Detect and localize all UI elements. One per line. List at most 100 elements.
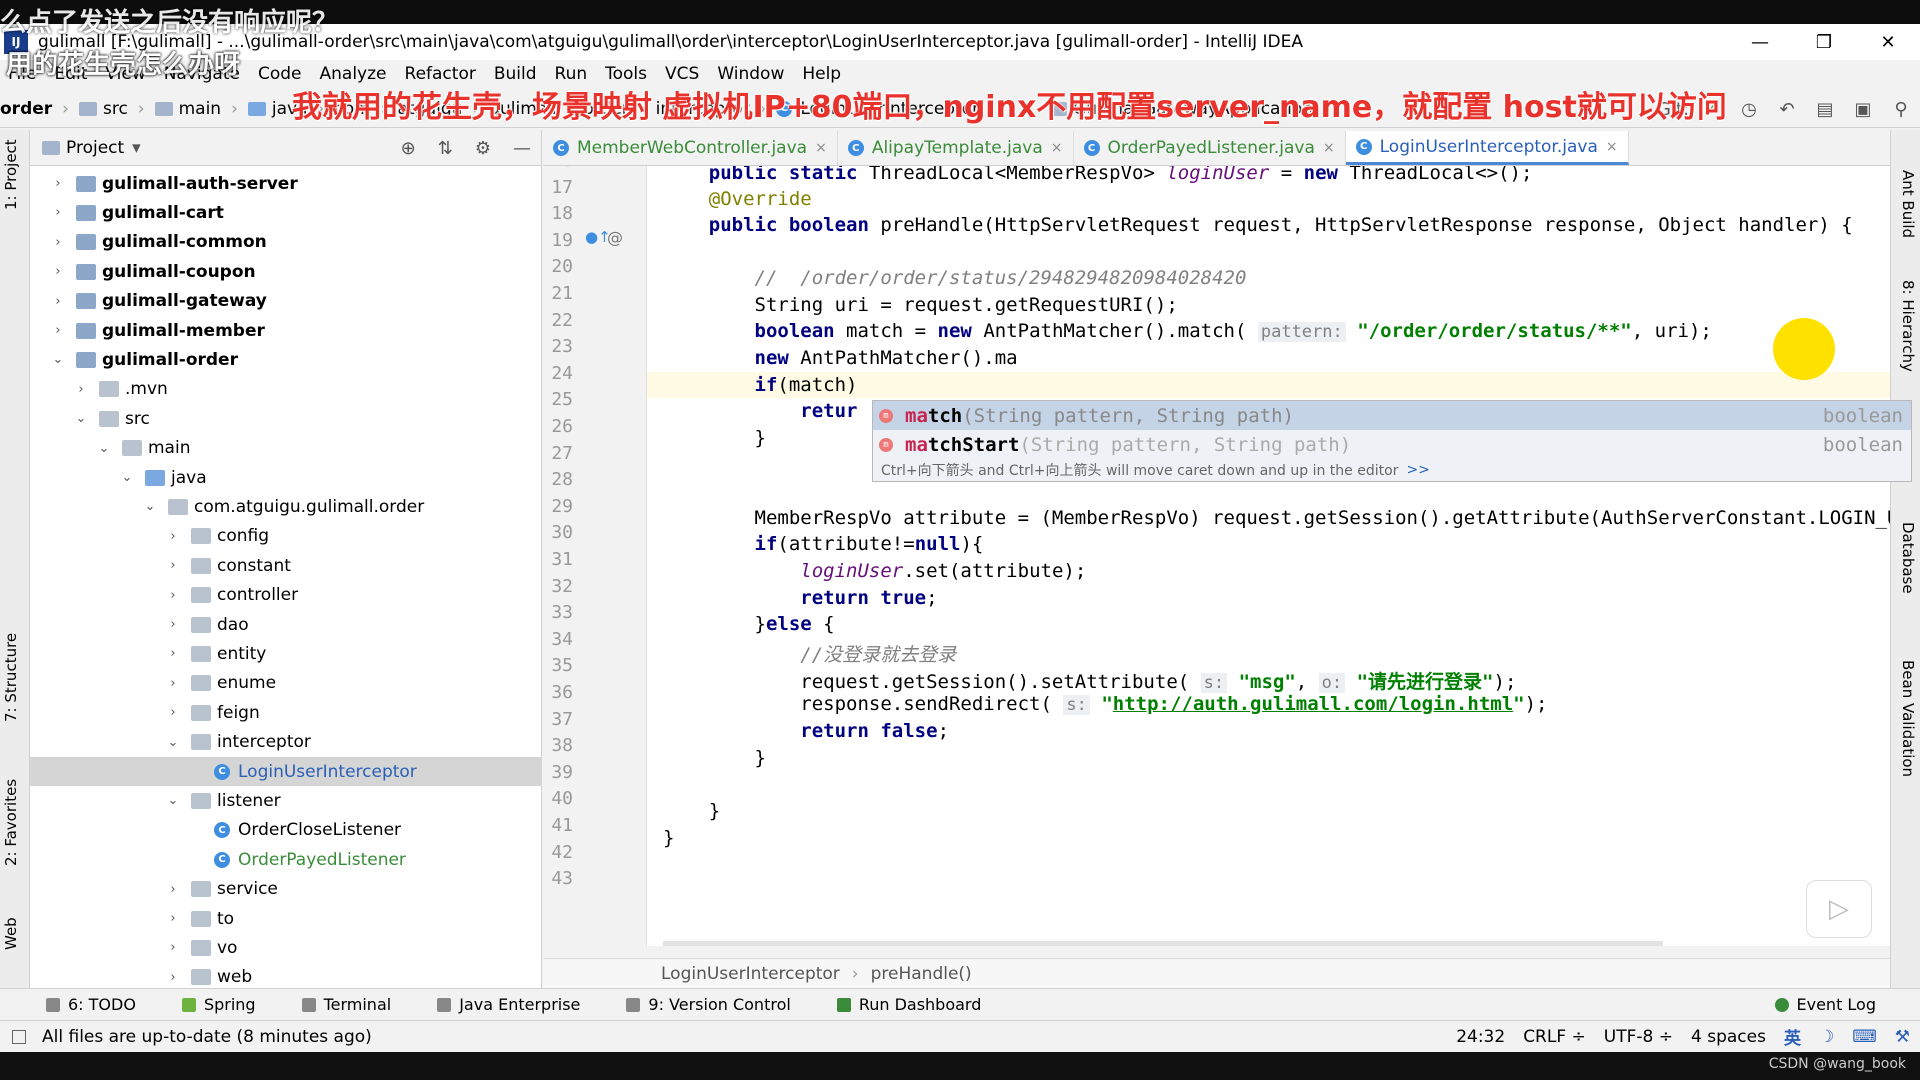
menu-vcs[interactable]: VCS	[665, 64, 699, 84]
chevron-right-icon[interactable]: ›	[50, 235, 66, 250]
chevron-right-icon[interactable]: ›	[165, 676, 181, 691]
keyboard-icon[interactable]: ⌨	[1852, 1027, 1877, 1047]
tree-item[interactable]: › gulimall-auth-server	[30, 169, 542, 198]
tool-tab-favorites[interactable]: 2: Favorites	[2, 779, 20, 866]
chevron-down-icon[interactable]: ⌄	[142, 499, 158, 514]
chevron-right-icon[interactable]: ›	[50, 323, 66, 338]
tree-item[interactable]: ⌄ java	[30, 463, 542, 492]
tree-item[interactable]: › gulimall-common	[30, 228, 542, 257]
tab-alipay-template[interactable]: C AlipayTemplate.java ×	[838, 131, 1074, 165]
menu-tools[interactable]: Tools	[605, 64, 647, 84]
search-icon[interactable]: ⚲	[1882, 99, 1920, 120]
restore-button[interactable]: ❐	[1792, 24, 1856, 60]
chevron-right-icon[interactable]: ›	[50, 294, 66, 309]
chevron-right-icon[interactable]: ›	[165, 646, 181, 661]
tool-version-control[interactable]: 9: Version Control	[626, 995, 791, 1014]
chevron-right-icon[interactable]: ›	[73, 382, 89, 397]
nav-crumb-module[interactable]: order	[0, 99, 52, 119]
chevron-down-icon[interactable]: ⌄	[119, 470, 135, 485]
tool-tab-database[interactable]: Database	[1899, 522, 1917, 594]
chevron-right-icon[interactable]: ›	[165, 911, 181, 926]
layout-icon[interactable]: ▣	[1844, 99, 1882, 120]
completion-item-match-start[interactable]: m ma tchStart (String pattern, String path…	[873, 430, 1911, 459]
chevron-down-icon[interactable]: ▾	[132, 138, 141, 158]
ime-indicator[interactable]: 英	[1784, 1024, 1801, 1049]
more-link[interactable]: >>	[1406, 462, 1429, 478]
chevron-right-icon[interactable]: ›	[165, 588, 181, 603]
chevron-down-icon[interactable]: ⌄	[165, 735, 181, 750]
project-view-selector[interactable]: Project	[66, 138, 124, 158]
tab-login-user-interceptor[interactable]: C LoginUserInterceptor.java ×	[1345, 131, 1629, 165]
chevron-down-icon[interactable]: ⌄	[73, 411, 89, 426]
tree-item[interactable]: › service	[30, 875, 542, 904]
tree-item[interactable]: › entity	[30, 639, 542, 668]
completion-item-match[interactable]: m ma tch (String pattern, String path) boo…	[873, 401, 1911, 430]
tree-item[interactable]: ⌄ src	[30, 404, 542, 433]
tree-item[interactable]: › gulimall-coupon	[30, 257, 542, 286]
locate-icon[interactable]: ⊕	[401, 138, 416, 159]
menu-run[interactable]: Run	[555, 64, 588, 84]
chevron-down-icon[interactable]: ⌄	[96, 441, 112, 456]
tool-tab-ant-build[interactable]: Ant Build	[1899, 170, 1917, 238]
tree-item[interactable]: ⌄ main	[30, 434, 542, 463]
tool-tab-hierarchy[interactable]: 8: Hierarchy	[1899, 280, 1917, 372]
project-structure-icon[interactable]: ▤	[1806, 99, 1844, 120]
tree-item[interactable]: ⌄ com.atguigu.gulimall.order	[30, 492, 542, 521]
tree-item[interactable]: › gulimall-cart	[30, 198, 542, 227]
tree-item[interactable]: › gulimall-member	[30, 316, 542, 345]
tree-item[interactable]: › constant	[30, 551, 542, 580]
history-icon[interactable]: ◷	[1730, 99, 1768, 120]
tab-member-web-controller[interactable]: C MemberWebController.java ×	[543, 131, 838, 165]
chevron-right-icon[interactable]: ›	[165, 705, 181, 720]
menu-window[interactable]: Window	[717, 64, 784, 84]
play-icon[interactable]: ▷	[1806, 880, 1872, 938]
tree-item[interactable]: › .mvn	[30, 375, 542, 404]
chevron-right-icon[interactable]: ›	[50, 264, 66, 279]
tool-tab-bean-validation[interactable]: Bean Validation	[1899, 660, 1917, 777]
nav-crumb-main[interactable]: main	[154, 99, 221, 119]
close-tab-icon[interactable]: ×	[1323, 140, 1335, 156]
tree-item[interactable]: C LoginUserInterceptor	[30, 757, 542, 786]
menu-code[interactable]: Code	[258, 64, 302, 84]
chevron-right-icon[interactable]: ›	[165, 558, 181, 573]
close-tab-icon[interactable]: ×	[815, 140, 827, 156]
tree-item[interactable]: › vo	[30, 933, 542, 962]
close-tab-icon[interactable]: ×	[1051, 140, 1063, 156]
tree-item[interactable]: › gulimall-gateway	[30, 287, 542, 316]
menu-help[interactable]: Help	[802, 64, 841, 84]
tool-java-enterprise[interactable]: Java Enterprise	[437, 995, 580, 1014]
code-editor[interactable]: 16 17 18 19 20 21 22 23 24 25 26 27 28 29 30 31 32 33 34 35…	[543, 166, 1890, 946]
tree-item[interactable]: C OrderPayedListener	[30, 845, 542, 874]
chevron-right-icon[interactable]: ›	[165, 940, 181, 955]
menu-build[interactable]: Build	[494, 64, 537, 84]
nav-crumb-src[interactable]: src	[78, 99, 128, 119]
chevron-right-icon[interactable]: ›	[50, 205, 66, 220]
tool-run-dashboard[interactable]: Run Dashboard	[836, 995, 981, 1014]
close-tab-icon[interactable]: ×	[1606, 139, 1618, 155]
close-button[interactable]: ✕	[1856, 24, 1920, 60]
chevron-right-icon[interactable]: ›	[165, 617, 181, 632]
tree-item[interactable]: C OrderCloseListener	[30, 816, 542, 845]
moon-icon[interactable]: ☽	[1819, 1027, 1834, 1047]
tool-terminal[interactable]: Terminal	[301, 995, 391, 1014]
minimize-button[interactable]: —	[1728, 24, 1792, 60]
chevron-down-icon[interactable]: ⌄	[165, 793, 181, 808]
tool-todo[interactable]: 6: TODO	[46, 995, 136, 1014]
chevron-right-icon[interactable]: ›	[165, 970, 181, 985]
caret-position[interactable]: 24:32	[1456, 1027, 1505, 1047]
line-separator[interactable]: CRLF ÷	[1523, 1027, 1586, 1047]
tree-item[interactable]: ⌄ gulimall-order	[30, 345, 542, 374]
tool-spring[interactable]: Spring	[181, 995, 256, 1014]
chevron-right-icon[interactable]: ›	[165, 529, 181, 544]
breadcrumb-method[interactable]: preHandle()	[871, 964, 972, 984]
tool-tab-structure[interactable]: 7: Structure	[2, 633, 20, 722]
tree-item[interactable]: › feign	[30, 698, 542, 727]
chevron-right-icon[interactable]: ›	[50, 176, 66, 191]
tree-item[interactable]: › config	[30, 522, 542, 551]
hide-icon[interactable]: —	[513, 138, 531, 159]
tree-item[interactable]: › enume	[30, 669, 542, 698]
tree-item[interactable]: › controller	[30, 581, 542, 610]
indent-setting[interactable]: 4 spaces	[1691, 1027, 1766, 1047]
wrench-icon[interactable]: ⚒	[1895, 1027, 1910, 1047]
tree-item[interactable]: ⌄ listener	[30, 786, 542, 815]
